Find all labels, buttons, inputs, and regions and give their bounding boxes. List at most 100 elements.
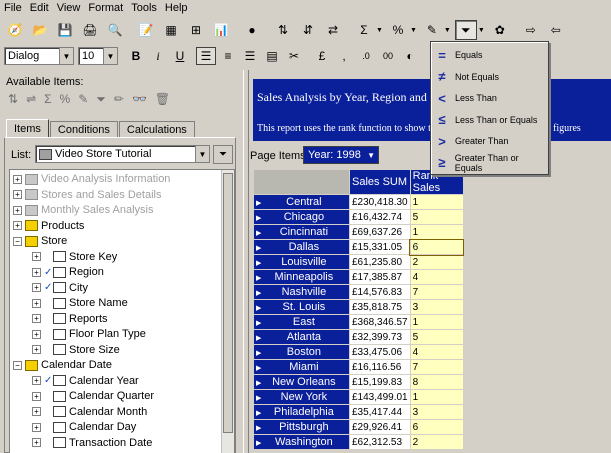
city-cell[interactable]: ▶ St. Louis xyxy=(253,299,350,315)
sales-cell[interactable]: £32,399.73 xyxy=(349,329,411,345)
new-workbook-icon[interactable]: 🧭 xyxy=(4,20,26,40)
currency-icon[interactable]: £ xyxy=(312,47,332,65)
sales-cell[interactable]: £230,418.30 xyxy=(349,194,411,210)
tree-item[interactable]: + Store Size xyxy=(32,342,120,358)
rank-cell[interactable]: 1 xyxy=(409,194,464,210)
year-page-item-select[interactable]: Year: 1998 ▼ xyxy=(303,146,379,164)
italic-button[interactable]: i xyxy=(148,47,168,65)
city-cell[interactable]: ▶ Miami xyxy=(253,359,350,375)
expand-icon[interactable]: + xyxy=(32,267,41,277)
tree-item[interactable]: + Video Analysis Information xyxy=(13,171,170,187)
print-icon[interactable]: 🖨 xyxy=(79,20,101,40)
tab-conditions[interactable]: Conditions xyxy=(49,121,118,137)
city-cell[interactable]: ▶ Dallas xyxy=(253,239,350,255)
city-cell[interactable]: ▶ Chicago xyxy=(253,209,350,225)
sales-cell[interactable]: £17,385.87 xyxy=(349,269,411,285)
tree-scrollbar[interactable] xyxy=(221,170,234,453)
text-style-icon[interactable]: ✂ xyxy=(284,47,304,65)
menu-edit[interactable]: Edit xyxy=(30,2,49,14)
sort-ascending-icon[interactable]: ⇅ xyxy=(272,20,294,40)
rank-cell[interactable]: 6 xyxy=(409,419,464,435)
decimal-button[interactable]: .0 xyxy=(356,47,376,65)
drill-arrow-icon[interactable]: ▶ xyxy=(256,425,261,432)
city-cell[interactable]: ▶ Washington xyxy=(253,434,350,450)
column-header-sales[interactable]: Sales SUM xyxy=(349,169,411,195)
bold-button[interactable]: B xyxy=(126,47,146,65)
chevron-down-icon[interactable]: ▼ xyxy=(478,27,485,34)
expand-icon[interactable]: + xyxy=(13,205,22,215)
view-icon[interactable]: 👓 xyxy=(132,92,147,107)
panel-splitter[interactable] xyxy=(243,70,249,453)
sales-cell[interactable]: £35,417.44 xyxy=(349,404,411,420)
menu-format[interactable]: Format xyxy=(88,2,123,14)
drill-arrow-icon[interactable]: ▶ xyxy=(256,365,261,372)
rank-cell[interactable]: 1 xyxy=(409,224,464,240)
find-items-button[interactable]: ⏷ xyxy=(213,145,233,164)
menu-item-less-than-or-equals[interactable]: ≤ Less Than or Equals xyxy=(433,110,547,130)
align-left-icon[interactable]: ☰ xyxy=(196,47,216,65)
tree-item[interactable]: + Calendar Quarter xyxy=(32,388,154,404)
tree-item[interactable]: − Calendar Date xyxy=(13,357,112,373)
sales-cell[interactable]: £14,576.83 xyxy=(349,284,411,300)
rank-cell[interactable]: 4 xyxy=(409,344,464,360)
rank-cell[interactable]: 6 xyxy=(409,238,465,256)
rank-cell[interactable]: 4 xyxy=(409,269,464,285)
expand-icon[interactable]: + xyxy=(32,283,41,292)
new-item-icon[interactable]: ⇅ xyxy=(8,92,18,107)
tree-item[interactable]: − Store xyxy=(13,233,67,249)
drill-arrow-icon[interactable]: ▶ xyxy=(256,410,261,417)
drill-arrow-icon[interactable]: ▶ xyxy=(256,200,261,207)
export-icon[interactable]: ⇨ xyxy=(520,20,542,40)
tree-item[interactable]: + Floor Plan Type xyxy=(32,326,146,342)
menu-help[interactable]: Help xyxy=(165,2,188,14)
tree-item[interactable]: + Products xyxy=(13,218,84,234)
rank-cell[interactable]: 1 xyxy=(409,389,464,405)
number-format-button[interactable]: 00 xyxy=(378,47,398,65)
drill-arrow-icon[interactable]: ▶ xyxy=(256,335,261,342)
sum-icon[interactable]: Σ xyxy=(353,20,375,40)
new-filter-icon[interactable]: ⏷ xyxy=(96,92,106,107)
save-icon[interactable]: 💾 xyxy=(54,20,76,40)
city-cell[interactable]: ▶ Atlanta xyxy=(253,329,350,345)
menu-item-less-than[interactable]: < Less Than xyxy=(433,88,547,108)
city-cell[interactable]: ▶ Philadelphia xyxy=(253,404,350,420)
menu-item-not-equals[interactable]: ≠ Not Equals xyxy=(433,67,547,87)
tree-item[interactable]: + Calendar Day xyxy=(32,419,136,435)
drill-arrow-icon[interactable]: ▶ xyxy=(256,395,261,402)
expand-icon[interactable]: + xyxy=(13,221,22,230)
drill-arrow-icon[interactable]: ▶ xyxy=(256,380,261,387)
table-layout-icon[interactable]: ▦ xyxy=(160,20,182,40)
calculation-icon[interactable]: ✎ xyxy=(421,20,443,40)
underline-button[interactable]: U xyxy=(170,47,190,65)
sales-cell[interactable]: £61,235.80 xyxy=(349,254,411,270)
tree-item[interactable]: + ✓ City xyxy=(32,280,88,296)
menu-tools[interactable]: Tools xyxy=(131,2,157,14)
city-cell[interactable]: ▶ New Orleans xyxy=(253,374,350,390)
sales-cell[interactable]: £143,499.01 xyxy=(349,389,411,405)
expand-icon[interactable]: + xyxy=(32,376,41,385)
expand-icon[interactable]: + xyxy=(32,345,41,354)
city-cell[interactable]: ▶ Nashville xyxy=(253,284,350,300)
refresh-icon[interactable]: ● xyxy=(241,20,263,40)
drill-arrow-icon[interactable]: ▶ xyxy=(256,290,261,297)
items-tree[interactable]: + Video Analysis Information + Stores and S… xyxy=(9,169,235,453)
menu-file[interactable]: File xyxy=(4,2,22,14)
rank-cell[interactable]: 7 xyxy=(409,284,464,300)
city-cell[interactable]: ▶ Pittsburgh xyxy=(253,419,350,435)
tree-item[interactable]: + Stores and Sales Details xyxy=(13,187,161,203)
tree-item[interactable]: + ✓ Calendar Year xyxy=(32,373,139,389)
drill-arrow-icon[interactable]: ▶ xyxy=(256,350,261,357)
rank-cell[interactable]: 2 xyxy=(409,254,464,270)
filter-icon[interactable]: ⏷ xyxy=(454,20,477,40)
drill-arrow-icon[interactable]: ▶ xyxy=(256,275,261,282)
drill-arrow-icon[interactable]: ▶ xyxy=(256,215,261,222)
menu-item-greater-than[interactable]: > Greater Than xyxy=(433,131,547,151)
city-cell[interactable]: ▶ Minneapolis xyxy=(253,269,350,285)
expand-icon[interactable]: + xyxy=(32,391,41,401)
rank-cell[interactable]: 2 xyxy=(409,434,464,450)
rank-cell[interactable]: 3 xyxy=(409,404,464,420)
expand-icon[interactable]: + xyxy=(13,190,22,199)
print-preview-icon[interactable]: 🔍 xyxy=(104,20,126,40)
delete-icon[interactable]: 🗑 xyxy=(155,92,170,107)
menu-item-equals[interactable]: = Equals xyxy=(433,45,547,65)
